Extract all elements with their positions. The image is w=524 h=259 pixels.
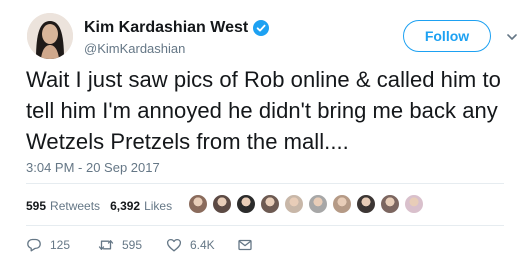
liker-avatar[interactable] [260, 194, 280, 214]
tweet-card: Kim Kardashian West @KimKardashian Follo… [0, 0, 524, 259]
direct-message-button[interactable] [237, 237, 261, 253]
liker-avatar[interactable] [236, 194, 256, 214]
retweet-count: 595 [122, 238, 143, 252]
retweets-stat[interactable]: 595 Retweets [26, 199, 100, 213]
liker-avatar[interactable] [356, 194, 376, 214]
name-row: Kim Kardashian West [84, 17, 270, 39]
verified-badge-icon [253, 20, 270, 36]
likes-stat[interactable]: 6,392 Likes [110, 199, 172, 213]
divider [26, 183, 504, 184]
likes-count: 6,392 [110, 199, 141, 213]
retweet-icon [98, 240, 114, 250]
liker-avatar[interactable] [284, 194, 304, 214]
liker-avatar[interactable] [308, 194, 328, 214]
envelope-icon [238, 239, 252, 251]
tweet-header: Kim Kardashian West @KimKardashian Follo… [18, 12, 517, 62]
liker-avatar[interactable] [212, 194, 232, 214]
tweet-stats: 595 Retweets 6,392 Likes [26, 196, 172, 216]
follow-button[interactable]: Follow [403, 20, 491, 52]
likers-avatars [188, 194, 428, 214]
divider [26, 225, 504, 226]
tweet-timestamp[interactable]: 3:04 PM - 20 Sep 2017 [26, 160, 160, 175]
retweets-label: Retweets [50, 199, 101, 213]
reply-icon [27, 238, 41, 252]
liker-avatar[interactable] [380, 194, 400, 214]
liker-avatar[interactable] [332, 194, 352, 214]
reply-button[interactable]: 125 [26, 237, 86, 253]
liker-avatar[interactable] [404, 194, 424, 214]
tweet-text: Wait I just saw pics of Rob online & cal… [26, 67, 501, 154]
chevron-down-icon[interactable] [505, 30, 519, 44]
reply-count: 125 [50, 238, 71, 252]
liker-avatar[interactable] [188, 194, 208, 214]
heart-icon [166, 238, 182, 252]
avatar[interactable] [27, 13, 73, 59]
user-info: Kim Kardashian West @KimKardashian [84, 17, 270, 56]
display-name[interactable]: Kim Kardashian West [84, 19, 248, 37]
like-button[interactable]: 6.4K [166, 237, 232, 253]
likes-label: Likes [144, 199, 173, 213]
like-count: 6.4K [190, 238, 215, 252]
retweets-count: 595 [26, 199, 47, 213]
tweet-actions: 125 595 6.4K [26, 236, 261, 254]
avatar-image [27, 13, 73, 59]
retweet-button[interactable]: 595 [98, 237, 154, 253]
user-handle[interactable]: @KimKardashian [84, 41, 269, 56]
